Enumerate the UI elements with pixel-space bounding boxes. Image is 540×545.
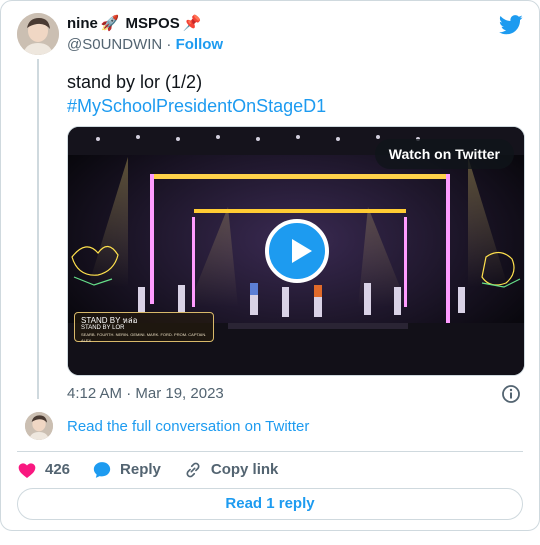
tweet-timestamp[interactable]: 4:12 AM · Mar 19, 2023 [67,385,224,403]
copy-link-button[interactable]: Copy link [183,460,278,480]
video-caption-overlay: STAND BY หล่อ STAND BY LOR SEARB. FOURTH… [74,312,214,343]
link-icon [186,462,200,478]
action-bar: 426 Reply Copy link [17,459,300,481]
author-avatar-small[interactable] [25,412,53,440]
video-player[interactable]: Watch on Twitter STAND BY หล่อ STAND BY … [67,126,525,376]
speech-bubble-icon [93,462,111,478]
read-conversation-link[interactable]: Read the full conversation on Twitter [67,418,309,436]
like-button[interactable]: 426 [17,460,70,480]
twitter-bird-icon[interactable] [499,14,523,36]
heart-icon [18,463,36,478]
info-icon[interactable] [501,384,521,404]
author-handle[interactable]: @S0UNDWIN [67,36,162,53]
thread-line [37,59,39,399]
author-handle-row: @S0UNDWIN · Follow [67,36,224,53]
author-avatar[interactable] [17,13,59,55]
watch-on-twitter-button[interactable]: Watch on Twitter [374,139,514,169]
play-icon[interactable] [265,219,329,283]
divider [17,451,523,452]
pin-emoji: 📌 [182,15,202,32]
hashtag-link[interactable]: #MySchoolPresidentOnStageD1 [67,94,326,118]
follow-button[interactable]: Follow [176,36,224,53]
reply-button[interactable]: Reply [92,460,161,480]
rocket-emoji: 🚀 [100,15,120,32]
read-replies-button[interactable]: Read 1 reply [17,488,523,520]
embedded-tweet-card: nine 🚀 MSPOS 📌 @S0UNDWIN · Follow stand … [0,0,540,531]
author-name[interactable]: nine 🚀 MSPOS 📌 [67,15,201,33]
tweet-text: stand by lor (1/2) #MySchoolPresidentOnS… [67,72,327,118]
like-count: 426 [45,461,71,478]
